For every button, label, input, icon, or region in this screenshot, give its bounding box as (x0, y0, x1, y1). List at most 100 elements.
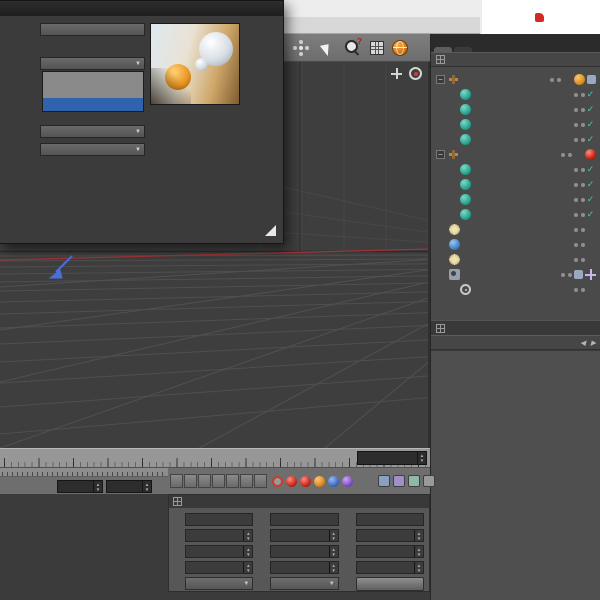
scale-y-field[interactable] (270, 545, 338, 558)
stepper-icon[interactable] (417, 452, 426, 464)
visibility-dot[interactable] (574, 228, 578, 232)
stepper-icon[interactable] (142, 481, 151, 492)
keyframe-rotation-button[interactable] (328, 476, 339, 487)
stepper-icon[interactable] (93, 481, 102, 492)
visibility-dot[interactable] (574, 168, 578, 172)
tree-row-sky[interactable] (431, 237, 600, 252)
timeline-ruler[interactable] (0, 448, 430, 467)
stepper-icon[interactable] (329, 546, 338, 557)
goto-end-button[interactable] (254, 474, 267, 488)
tree-row-letter[interactable] (431, 117, 600, 132)
position-x-field[interactable] (185, 529, 253, 542)
tag-icon[interactable] (587, 75, 596, 84)
stepper-icon[interactable] (329, 562, 338, 573)
visibility-dot[interactable] (574, 288, 578, 292)
enabled-check-icon[interactable] (585, 134, 596, 145)
stepper-icon[interactable] (243, 530, 252, 541)
range-start-field[interactable] (57, 480, 103, 493)
stepper-icon[interactable] (414, 530, 423, 541)
mixed-value-field[interactable] (185, 513, 253, 526)
stepper-icon[interactable] (243, 546, 252, 557)
visibility-dot[interactable] (581, 243, 585, 247)
panel-grid-icon[interactable] (436, 324, 445, 333)
framerate-icon[interactable] (408, 475, 420, 487)
enabled-check-icon[interactable] (585, 209, 596, 220)
resize-handle-icon[interactable] (265, 225, 276, 236)
play-mode-icon[interactable] (393, 475, 405, 487)
as-editor-dropdown[interactable] (40, 143, 145, 156)
antialiasing-dropdown[interactable] (40, 57, 145, 70)
selection-tool-icon[interactable] (318, 39, 336, 57)
options-icon[interactable] (423, 475, 435, 487)
visibility-dot[interactable] (581, 258, 585, 262)
enabled-check-icon[interactable] (585, 194, 596, 205)
stepper-icon[interactable] (243, 562, 252, 573)
history-back-icon[interactable] (580, 339, 585, 347)
keyframe-position-button[interactable] (300, 476, 311, 487)
goto-start-button[interactable] (170, 474, 183, 488)
preset-dropdown[interactable] (40, 23, 145, 36)
visibility-dot[interactable] (574, 123, 578, 127)
visibility-dot[interactable] (561, 153, 565, 157)
tree-row-null-object[interactable] (431, 147, 600, 162)
enabled-check-icon[interactable] (585, 164, 596, 175)
record-keyframe-button[interactable] (286, 476, 297, 487)
scale-z-field[interactable] (270, 561, 338, 574)
tree-row-camera-target[interactable] (431, 282, 600, 297)
filter-dropdown[interactable] (40, 125, 145, 138)
visibility-dot[interactable] (574, 198, 578, 202)
tree-row-light[interactable] (431, 252, 600, 267)
tree-row-letter[interactable] (431, 177, 600, 192)
collapse-icon[interactable] (436, 75, 445, 84)
rotation-p-field[interactable] (356, 545, 424, 558)
visibility-dot[interactable] (568, 273, 572, 277)
visibility-dot[interactable] (557, 78, 561, 82)
rotation-b-field[interactable] (356, 561, 424, 574)
visibility-dot[interactable] (550, 78, 554, 82)
target-tag-icon[interactable] (585, 269, 596, 280)
stepper-icon[interactable] (329, 530, 338, 541)
enabled-check-icon[interactable] (585, 119, 596, 130)
play-button[interactable] (212, 474, 225, 488)
tree-row-light[interactable] (431, 222, 600, 237)
autokey-button[interactable] (272, 476, 283, 487)
play-sound-icon[interactable] (378, 475, 390, 487)
dialog-title[interactable] (0, 1, 283, 16)
collapse-icon[interactable] (436, 150, 445, 159)
visibility-dot[interactable] (574, 93, 578, 97)
visibility-dot[interactable] (568, 153, 572, 157)
position-y-field[interactable] (185, 545, 253, 558)
tree-row-null-object[interactable] (431, 72, 600, 87)
stepper-icon[interactable] (414, 562, 423, 573)
coordinate-system-dropdown[interactable] (185, 577, 253, 590)
visibility-dot[interactable] (574, 138, 578, 142)
tree-row-letter[interactable] (431, 132, 600, 147)
range-end-field[interactable] (106, 480, 152, 493)
visibility-dot[interactable] (581, 288, 585, 292)
online-help-icon[interactable] (392, 40, 408, 56)
enabled-check-icon[interactable] (585, 104, 596, 115)
visibility-dot[interactable] (574, 243, 578, 247)
transform-mode-dropdown[interactable] (270, 577, 338, 590)
tree-row-letter[interactable] (431, 102, 600, 117)
option-best[interactable] (43, 98, 143, 111)
panel-grid-icon[interactable] (436, 55, 445, 64)
next-frame-button[interactable] (226, 474, 239, 488)
prev-key-button[interactable] (184, 474, 197, 488)
option-geometry[interactable] (43, 85, 143, 98)
position-z-field[interactable] (185, 561, 253, 574)
option-none[interactable] (43, 72, 143, 85)
visibility-dot[interactable] (581, 228, 585, 232)
rotation-h-field[interactable] (356, 529, 424, 542)
enabled-check-icon[interactable] (585, 179, 596, 190)
material-tag-icon[interactable] (585, 149, 596, 160)
panel-grid-icon[interactable] (173, 497, 182, 506)
layout-grid-icon[interactable] (370, 41, 384, 55)
mixed-value-field[interactable] (270, 513, 338, 526)
apply-button[interactable] (356, 577, 424, 591)
stepper-icon[interactable] (414, 546, 423, 557)
scale-x-field[interactable] (270, 529, 338, 542)
pan-view-icon[interactable] (390, 67, 403, 80)
keyframe-scale-button[interactable] (314, 476, 325, 487)
tree-row-letter[interactable] (431, 192, 600, 207)
